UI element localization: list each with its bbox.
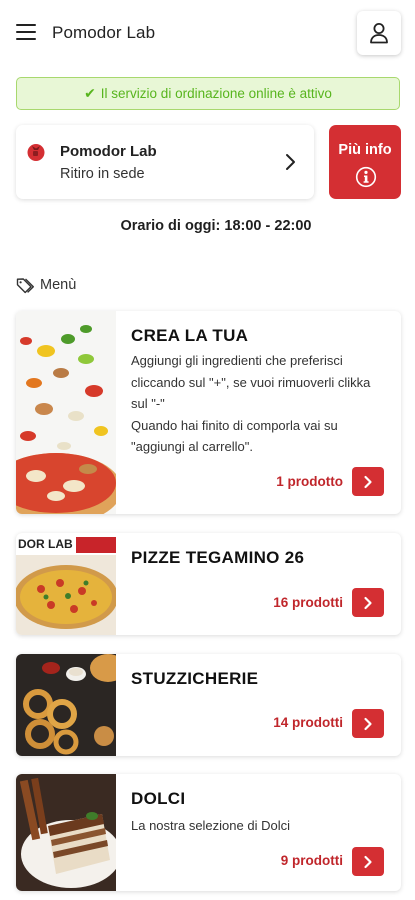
svg-text:DOR LAB: DOR LAB — [18, 537, 73, 551]
category-title: STUZZICHERIE — [131, 669, 259, 688]
category-card-crea-la-tua[interactable]: CREA LA TUA Aggiungi gli ingredienti che… — [16, 311, 401, 514]
user-account-button[interactable] — [357, 11, 401, 55]
category-product-count: 9 prodotti — [280, 853, 343, 868]
info-circle-icon — [355, 166, 377, 188]
category-product-count: 16 prodotti — [273, 595, 343, 610]
category-open-button[interactable] — [352, 847, 384, 876]
tag-icon — [16, 277, 34, 293]
service-status-text: Il servizio di ordinazione online è atti… — [100, 86, 332, 101]
more-info-button[interactable]: Più info — [329, 125, 401, 199]
category-product-count: 1 prodotto — [276, 474, 343, 489]
category-image-pizze-tegamino: DOR LAB — [16, 533, 116, 635]
category-card-pizze-tegamino-26[interactable]: DOR LAB PIZZE TEGAMINO 26 16 prodotti — [16, 533, 401, 635]
check-icon: ✔ — [84, 85, 96, 101]
category-open-button[interactable] — [352, 709, 384, 738]
category-image-dolci — [16, 774, 116, 891]
menu-heading-label: Menù — [40, 277, 77, 293]
category-open-button[interactable] — [352, 467, 384, 496]
user-icon — [370, 23, 388, 44]
category-title: PIZZE TEGAMINO 26 — [131, 548, 305, 567]
chevron-right-icon — [364, 855, 372, 868]
tomato-logo-icon — [27, 144, 45, 161]
store-name: Pomodor Lab — [60, 143, 157, 160]
more-info-label: Più info — [338, 142, 392, 158]
app-title: Pomodor Lab — [52, 23, 156, 42]
category-image-stuzzicherie — [16, 654, 116, 756]
app-header: Pomodor Lab — [0, 0, 415, 68]
menu-heading: Menù — [16, 275, 76, 295]
category-product-count: 14 prodotti — [273, 715, 343, 730]
category-image-crea-la-tua — [16, 311, 116, 514]
opening-hours: Orario di oggi: 18:00 - 22:00 — [120, 218, 312, 234]
hamburger-menu-icon[interactable] — [16, 24, 36, 41]
store-service-mode: Ritiro in sede — [60, 166, 145, 182]
chevron-right-icon — [286, 154, 295, 170]
store-selector-card[interactable]: Pomodor Lab Ritiro in sede — [16, 125, 314, 199]
category-card-dolci[interactable]: DOLCI La nostra selezione di Dolci 9 pro… — [16, 774, 401, 891]
chevron-right-icon — [364, 596, 372, 609]
category-description: La nostra selezione di Dolci — [131, 818, 290, 833]
category-title: CREA LA TUA — [131, 326, 249, 345]
category-card-stuzzicherie[interactable]: STUZZICHERIE 14 prodotti — [16, 654, 401, 756]
category-description: Aggiungi gli ingredienti che preferisci … — [131, 353, 371, 454]
chevron-right-icon — [364, 717, 372, 730]
service-status-banner: ✔ Il servizio di ordinazione online è at… — [16, 77, 400, 110]
category-open-button[interactable] — [352, 588, 384, 617]
category-title: DOLCI — [131, 789, 186, 808]
chevron-right-icon — [364, 475, 372, 488]
